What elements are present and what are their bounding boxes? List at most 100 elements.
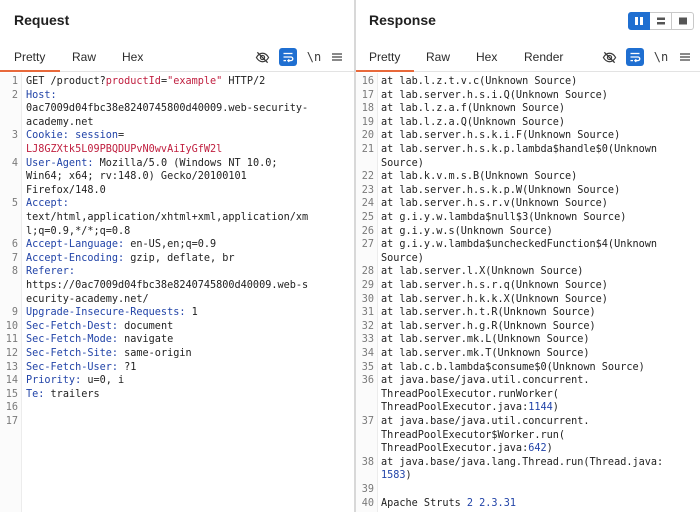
code-line: at java.base/java.util.concurrent.: [381, 415, 698, 429]
request-line-gutter: 1 2 3 4 5 6 7 8 9 10 11 12 13 14 15 16 17: [0, 73, 22, 512]
code-token: at g.i.y.w.lambda$null$3(Unknown Source): [381, 212, 627, 223]
code-token: Priority:: [26, 375, 88, 387]
code-line: Accept-Encoding: gzip, deflate, br: [26, 252, 352, 266]
code-token: at java.base/java.util.concurrent.: [381, 416, 590, 427]
code-token: at lab.server.h.k.k.X(Unknown Source): [381, 293, 608, 305]
code-token: Apache Struts: [381, 497, 467, 509]
code-token: Referer:: [26, 266, 76, 278]
code-token: Sec-Fetch-Dest:: [26, 320, 125, 332]
request-editor[interactable]: 1 2 3 4 5 6 7 8 9 10 11 12 13 14 15 16 17 GET /product?p…: [0, 73, 354, 512]
code-line: ThreadPoolExecutor.runWorker(: [381, 388, 698, 402]
code-token: at lab.server.h.s.k.p.W(Unknown Source): [381, 184, 621, 196]
request-tab-active-indicator: [0, 70, 60, 72]
code-token: Source): [381, 252, 424, 264]
line-number: 19: [361, 116, 374, 128]
response-tab-hex[interactable]: Hex: [476, 50, 497, 64]
response-title: Response: [369, 12, 436, 28]
code-line: Source): [381, 157, 698, 171]
response-tab-render[interactable]: Render: [524, 50, 563, 64]
code-token: 1144: [528, 402, 553, 414]
eye-off-icon[interactable]: [253, 48, 271, 66]
request-tab-raw[interactable]: Raw: [72, 50, 96, 64]
request-tab-pretty[interactable]: Pretty: [14, 50, 45, 64]
code-token: at lab.l.z.a.Q(Unknown Source): [381, 116, 566, 128]
code-line: at lab.c.b.lambda$consume$0(Unknown Sour…: [381, 361, 698, 375]
code-line: at lab.server.h.s.i.Q(Unknown Source): [381, 89, 698, 103]
single-pane-icon[interactable]: [672, 12, 694, 30]
newline-toggle[interactable]: \n: [652, 48, 670, 66]
code-token: at g.i.y.w.s(Unknown Source): [381, 225, 553, 237]
response-tab-pretty[interactable]: Pretty: [369, 50, 400, 64]
code-token: navigate: [124, 334, 174, 346]
menu-icon[interactable]: [676, 48, 694, 66]
code-token: ThreadPoolExecutor.java:: [381, 443, 529, 455]
line-number: 16: [5, 402, 18, 414]
request-title: Request: [14, 12, 70, 28]
code-line: academy.net: [26, 116, 352, 130]
code-line: GET /product?productId="example" HTTP/2: [26, 75, 352, 89]
newline-toggle[interactable]: \n: [305, 48, 323, 66]
code-token: Win64; x64; rv:148.0) Gecko/20100101: [26, 171, 247, 183]
code-token: text/html,application/xhtml+xml,applicat…: [26, 212, 309, 223]
code-token: u=0, i: [87, 375, 125, 387]
code-token: at lab.server.h.s.r.v(Unknown Source): [381, 198, 608, 210]
wrap-icon[interactable]: [279, 48, 297, 66]
line-number: 16: [361, 76, 374, 87]
line-number: 31: [361, 307, 374, 319]
line-number: 28: [361, 266, 374, 278]
line-number: 5: [11, 198, 18, 210]
code-line: ThreadPoolExecutor.java:1144): [381, 401, 698, 415]
code-token: ): [552, 402, 559, 414]
request-pane: Request Pretty Raw Hex \n 1 2 3 4 5 6 7 8 9 10 11 1…: [0, 0, 354, 512]
code-line: at g.i.y.w.s(Unknown Source): [381, 225, 698, 239]
code-token: ecurity-academy.net/: [26, 293, 149, 305]
split-columns-icon[interactable]: [628, 12, 650, 30]
code-line: Cookie: session=: [26, 129, 352, 143]
eye-off-icon[interactable]: [600, 48, 618, 66]
code-token: 0ac7009d04fbc38e8240745800d40009.web-sec…: [26, 103, 309, 115]
code-line: at lab.server.h.g.R(Unknown Source): [381, 320, 698, 334]
code-line: Apache Struts 2 2.3.31: [381, 497, 698, 511]
response-tab-raw[interactable]: Raw: [426, 50, 450, 64]
wrap-icon[interactable]: [626, 48, 644, 66]
code-line: at java.base/java.lang.Thread.run(Thread…: [381, 456, 698, 470]
split-rows-icon[interactable]: [650, 12, 672, 30]
request-tabbar: Pretty Raw Hex \n: [0, 40, 354, 72]
line-number: 22: [361, 171, 374, 183]
code-token: Sec-Fetch-User:: [26, 361, 125, 373]
code-line: Upgrade-Insecure-Requests: 1: [26, 306, 352, 320]
line-number: 17: [5, 416, 18, 427]
code-line: Accept-Language: en-US,en;q=0.9: [26, 238, 352, 252]
line-number: 26: [361, 225, 374, 237]
code-line: at lab.l.z.t.v.c(Unknown Source): [381, 75, 698, 89]
request-header: Request: [0, 0, 354, 40]
line-number: 1: [11, 76, 18, 87]
code-token: gzip, deflate, br: [130, 252, 235, 264]
code-line: at lab.server.h.s.r.q(Unknown Source): [381, 279, 698, 293]
code-token: LJ8GZXtk5L09PBQDUPvN0wvAiIyGfW2l: [26, 144, 223, 155]
code-line: at g.i.y.w.lambda$uncheckedFunction$4(Un…: [381, 238, 698, 252]
code-line: Win64; x64; rv:148.0) Gecko/20100101: [26, 170, 352, 184]
code-line: Accept:: [26, 197, 352, 211]
code-token: at lab.c.b.lambda$consume$0(Unknown Sour…: [381, 361, 645, 373]
code-token: at lab.server.mk.L(Unknown Source): [381, 334, 590, 346]
line-number: 36: [361, 375, 374, 387]
line-number: 33: [361, 334, 374, 346]
line-number: 3: [11, 130, 18, 142]
line-number: 7: [11, 252, 18, 264]
code-token: Source): [381, 157, 424, 169]
code-token: 2.3.31: [479, 497, 516, 509]
request-tab-hex[interactable]: Hex: [122, 50, 143, 64]
code-token: l;q=0.9,*/*;q=0.8: [26, 225, 131, 237]
response-header: Response: [356, 0, 700, 40]
code-token: ThreadPoolExecutor.runWorker(: [381, 388, 559, 400]
code-token: at lab.k.v.m.s.B(Unknown Source): [381, 171, 578, 183]
code-line: at lab.l.z.a.f(Unknown Source): [381, 102, 698, 116]
line-number: 13: [5, 361, 18, 373]
code-line: Te: trailers: [26, 388, 352, 402]
response-editor[interactable]: 16 17 18 19 20 21 22 23 24 25 26 27 28 29 30 31 32 33 34 35…: [356, 73, 700, 512]
menu-icon[interactable]: [328, 48, 346, 66]
code-line: at lab.server.l.X(Unknown Source): [381, 265, 698, 279]
code-line: Priority: u=0, i: [26, 374, 352, 388]
code-token: User-Agent:: [26, 157, 100, 169]
